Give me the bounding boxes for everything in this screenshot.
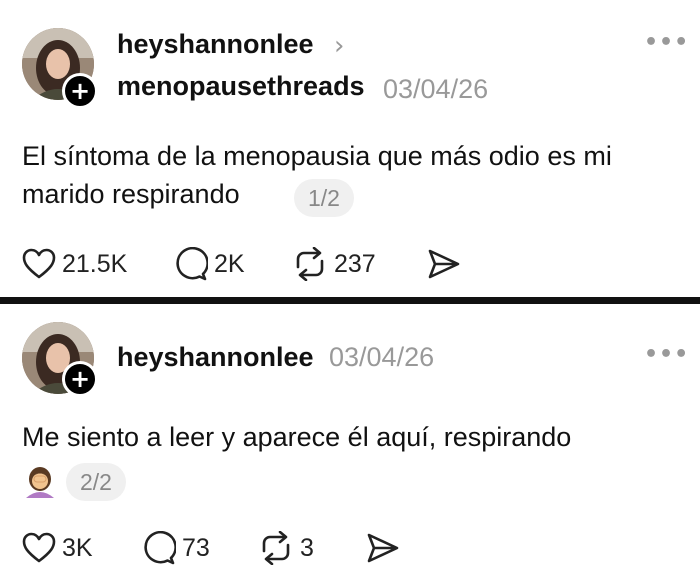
post-date: 03/04/26 (383, 74, 489, 104)
thread-page-indicator: 2/2 (66, 463, 126, 501)
reply-count: 2K (214, 249, 245, 278)
comment-icon (144, 531, 176, 565)
more-options-icon[interactable]: ••• (644, 30, 689, 55)
reply-count: 73 (182, 533, 210, 562)
repost-button[interactable]: 3 (258, 528, 314, 568)
more-options-icon[interactable]: ••• (644, 342, 689, 367)
like-count: 21.5K (62, 249, 128, 278)
thread-post-1: + heyshannonlee › menopausethreads 03/04… (0, 0, 700, 298)
share-button[interactable] (366, 528, 400, 568)
reply-button[interactable]: 73 (142, 528, 210, 568)
chevron-right-icon: › (334, 31, 345, 61)
reply-button[interactable]: 2K (174, 244, 245, 284)
community-name[interactable]: menopausethreads (117, 71, 365, 102)
repost-icon (296, 247, 324, 281)
post-text: Me siento a leer y aparece él aquí, resp… (22, 422, 572, 452)
send-icon (428, 249, 460, 279)
follow-plus-icon[interactable]: + (62, 73, 98, 109)
repost-count: 237 (334, 249, 376, 278)
username[interactable]: heyshannonlee (117, 342, 314, 373)
username[interactable]: heyshannonlee (117, 29, 314, 60)
like-button[interactable]: 21.5K (22, 244, 127, 284)
repost-button[interactable]: 237 (292, 244, 376, 284)
heart-icon (22, 532, 56, 563)
post-divider (0, 297, 700, 304)
post-date: 03/04/26 (329, 342, 435, 372)
repost-count: 3 (300, 533, 314, 562)
share-button[interactable] (427, 244, 461, 284)
thread-post-2: + heyshannonlee 03/04/26 ••• Me siento a… (0, 304, 700, 584)
comment-icon (176, 247, 208, 281)
send-icon (367, 533, 399, 563)
like-count: 3K (62, 533, 93, 562)
thread-page-indicator: 1/2 (294, 179, 354, 217)
follow-plus-icon[interactable]: + (62, 361, 98, 397)
heart-icon (22, 248, 56, 279)
woman-facepalming-emoji (26, 467, 54, 498)
like-button[interactable]: 3K (22, 528, 93, 568)
repost-icon (262, 531, 290, 565)
